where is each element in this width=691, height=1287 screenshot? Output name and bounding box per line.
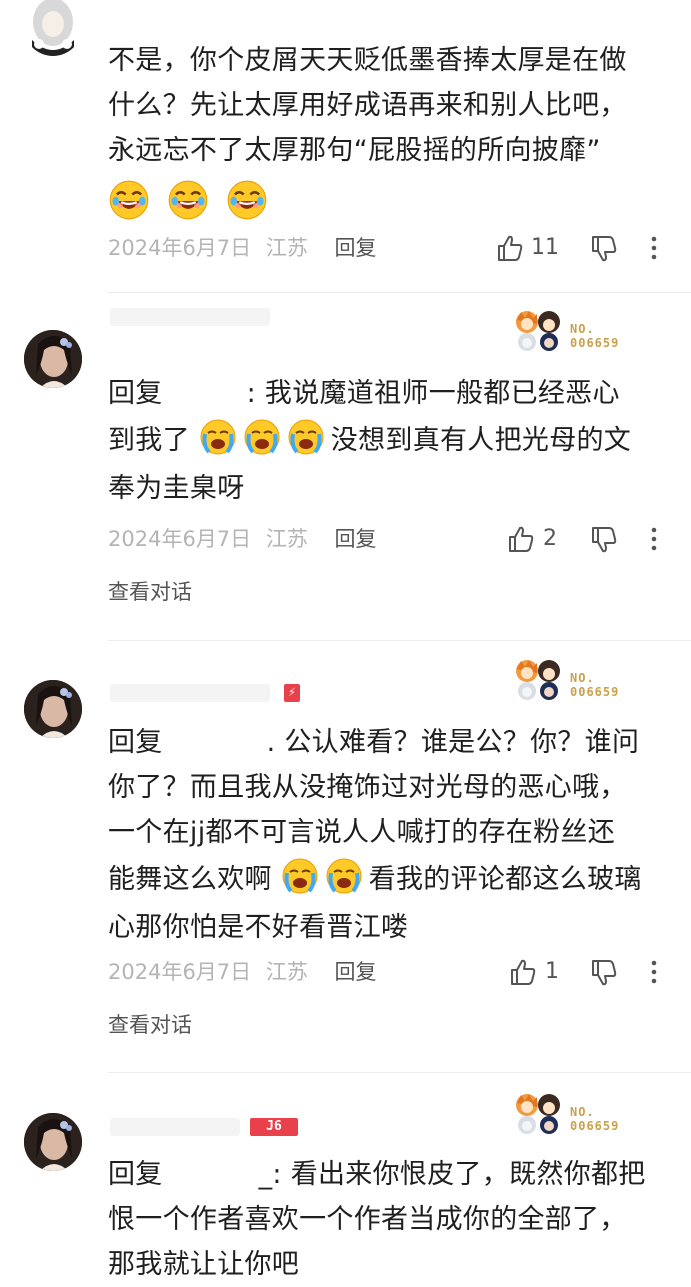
comment-actions: 11 [491, 233, 691, 263]
comment-body: 不是，你个皮屑天天贬低墨香捧太厚是在做 什么？先让太厚用好成语再来和别人比吧， … [108, 38, 668, 229]
body-line: 心那你怕是不好看晋江喽 [108, 912, 409, 943]
reply-button[interactable]: 回复 [335, 527, 377, 551]
more-options-icon[interactable] [651, 236, 657, 260]
divider [108, 292, 691, 293]
body-line: 什么？先让太厚用好成语再来和别人比吧， [108, 90, 627, 121]
fan-badge-icon [516, 1094, 560, 1134]
like-count: 1 [545, 959, 559, 984]
comment-actions: 1 [491, 957, 691, 987]
crying-emoji-icon [286, 418, 325, 456]
body-line: 回复 _: 看出来你恨皮了，既然你都把 [108, 1159, 646, 1190]
comment-actions: 2 [491, 524, 691, 554]
thumbs-down-icon[interactable] [589, 234, 619, 262]
comment-date: 2024年6月7日 [108, 527, 252, 551]
body-line: 不是，你个皮屑天天贬低墨香捧太厚是在做 [108, 45, 627, 76]
crying-emoji-icon [242, 418, 281, 456]
comment-meta: 2024年6月7日 江苏 回复 [108, 524, 385, 554]
divider [108, 1072, 691, 1073]
laughing-emoji-icon [226, 179, 267, 221]
body-line: 回复. 公认难看？谁是公？你？谁问 [108, 727, 640, 758]
emoji-row [108, 173, 668, 229]
avatar[interactable] [24, 1113, 82, 1171]
body-line: 到我了 没想到真有人把光母的文 [108, 416, 668, 466]
body-line: 那我就让让你吧 [108, 1249, 300, 1280]
avatar[interactable] [24, 0, 82, 56]
comment-body: 回复 _: 看出来你恨皮了，既然你都把 恨一个作者喜欢一个作者当成你的全部了， 那… [108, 1152, 668, 1287]
comment-location: 江苏 [265, 236, 308, 260]
body-line: 恨一个作者喜欢一个作者当成你的全部了， [108, 1204, 627, 1235]
body-line: 一个在jj都不可言说人人喊打的存在粉丝还 [108, 817, 616, 848]
comment-date: 2024年6月7日 [108, 236, 252, 260]
comment-body: 回复: 我说魔道祖师一般都已经恶心 到我了 没想到真有人把光母的文 奉为圭臬呀 [108, 371, 668, 511]
view-conversation-link[interactable]: 查看对话 [108, 576, 192, 606]
body-line: 回复: 我说魔道祖师一般都已经恶心 [108, 378, 620, 409]
fan-badge-number: NO. 006659 [570, 322, 620, 350]
thumbs-down-icon[interactable] [589, 958, 619, 986]
crying-emoji-icon [280, 857, 319, 895]
thumbs-up-icon[interactable] [509, 958, 537, 986]
comment-date: 2024年6月7日 [108, 960, 252, 984]
username[interactable] [110, 308, 270, 326]
thumbs-down-icon[interactable] [589, 525, 619, 553]
crying-emoji-icon [324, 857, 363, 895]
comment-body: 回复. 公认难看？谁是公？你？谁问 你了？而且我从没掩饰过对光母的恶心哦， 一个… [108, 720, 668, 950]
divider [108, 640, 691, 641]
avatar[interactable] [24, 330, 82, 388]
like-count: 11 [531, 235, 559, 260]
username[interactable] [110, 1118, 240, 1136]
more-options-icon[interactable] [651, 960, 657, 984]
laughing-emoji-icon [108, 179, 150, 221]
body-line: 永远忘不了太厚那句“屁股摇的所向披靡” [108, 135, 601, 166]
fan-badge-icon [516, 660, 560, 700]
reply-button[interactable]: 回复 [335, 236, 377, 260]
fan-badge-number: NO. 006659 [570, 1105, 620, 1133]
avatar[interactable] [24, 680, 82, 738]
level-tag: J6 [250, 1118, 298, 1136]
body-line: 能舞这么欢啊 看我的评论都这么玻璃 [108, 855, 668, 905]
comment-meta: 2024年6月7日 江苏 回复 [108, 957, 385, 987]
crying-emoji-icon [198, 418, 237, 456]
reply-button[interactable]: 回复 [335, 960, 377, 984]
fan-badge-number: NO. 006659 [570, 671, 620, 699]
username[interactable] [110, 684, 270, 702]
laughing-emoji-icon [167, 179, 208, 221]
body-line: 奉为圭臬呀 [108, 473, 245, 504]
more-options-icon[interactable] [651, 527, 657, 551]
comment-meta: 2024年6月7日 江苏 回复 [108, 233, 385, 263]
comment-location: 江苏 [265, 527, 308, 551]
level-icon: ⚡ [284, 684, 300, 702]
comment-location: 江苏 [265, 960, 308, 984]
fan-badge-icon [516, 311, 560, 351]
thumbs-up-icon[interactable] [507, 525, 535, 553]
thumbs-up-icon[interactable] [496, 234, 524, 262]
like-count: 2 [543, 526, 557, 551]
view-conversation-link[interactable]: 查看对话 [108, 1009, 192, 1039]
body-line: 你了？而且我从没掩饰过对光母的恶心哦， [108, 772, 627, 803]
